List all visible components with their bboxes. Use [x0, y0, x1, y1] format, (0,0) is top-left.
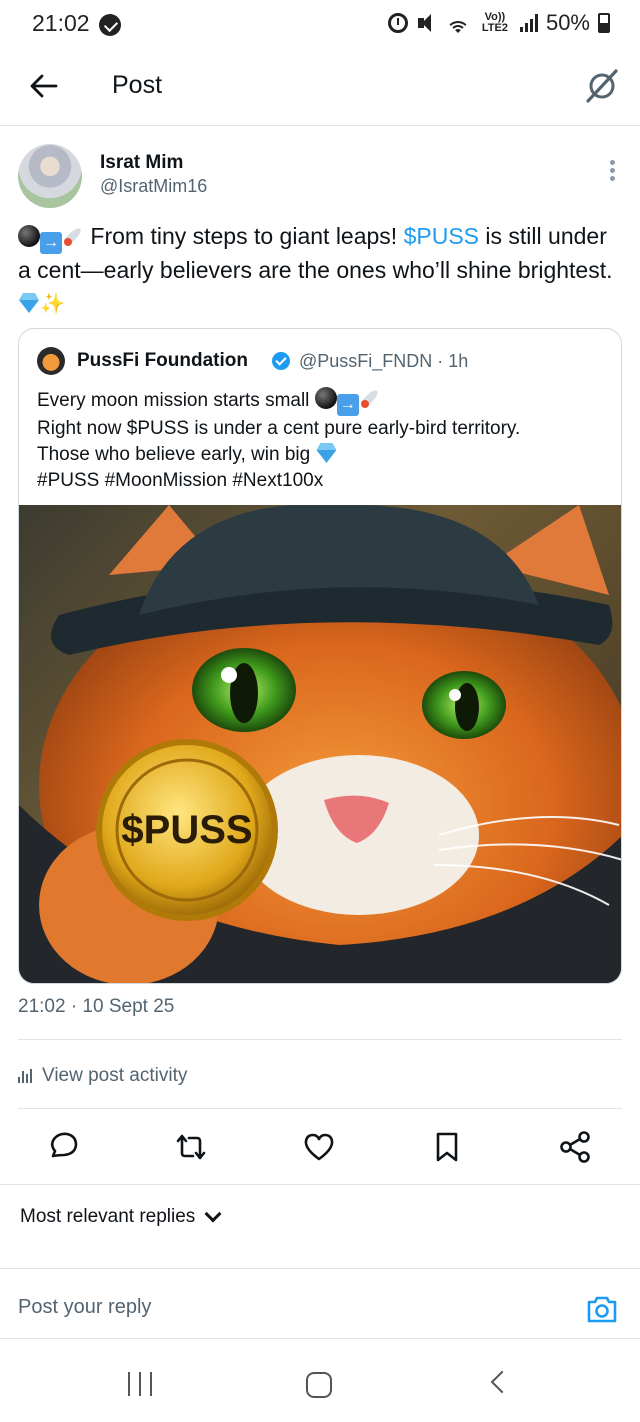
top-app-bar: Post	[0, 48, 640, 126]
right-arrow-emoji: →	[336, 394, 359, 416]
repost-icon[interactable]	[174, 1130, 208, 1164]
battery-icon	[598, 13, 610, 33]
cashtag-link[interactable]: $PUSS	[404, 223, 479, 249]
grok-icon[interactable]	[584, 68, 620, 104]
quoted-author-name: PussFi Foundation	[77, 350, 248, 371]
cat-illustration: $PUSS	[19, 505, 621, 983]
status-time: 21:02	[32, 10, 90, 36]
divider	[18, 1108, 622, 1109]
reply-composer	[0, 1282, 640, 1338]
post-actions	[0, 1124, 640, 1168]
alarm-icon	[387, 13, 408, 33]
comment-icon[interactable]	[46, 1130, 80, 1164]
network-type: Vo)) LTE2	[481, 11, 508, 34]
recent-apps-icon[interactable]	[128, 1372, 152, 1396]
arrow-left-icon[interactable]	[28, 70, 60, 102]
verified-badge-icon	[272, 352, 290, 370]
battery-percent: 50%	[545, 10, 590, 35]
rocket-emoji	[359, 387, 381, 409]
system-back-icon[interactable]	[490, 1370, 514, 1394]
quoted-post[interactable]: PussFi Foundation @PussFi_FNDN · 1h Ever…	[18, 328, 622, 984]
system-navigation-bar	[0, 1346, 640, 1422]
quote-line-4: #PUSS #MoonMission #Next100x	[37, 470, 324, 491]
quoted-post-header: PussFi Foundation @PussFi_FNDN · 1h	[37, 347, 597, 375]
replies-sort-label: Most relevant replies	[20, 1206, 196, 1227]
divider	[0, 1338, 640, 1339]
more-vertical-icon[interactable]	[608, 160, 616, 184]
page-title: Post	[112, 71, 163, 99]
activity-label: View post activity	[42, 1065, 188, 1086]
author-name[interactable]: Israt Mim	[100, 152, 183, 174]
divider	[0, 1268, 640, 1269]
reply-input[interactable]	[18, 1296, 558, 1319]
quote-line-1: Every moon mission starts small	[37, 390, 315, 411]
post-text-part1: From tiny steps to giant leaps!	[84, 223, 404, 249]
status-icons: Vo)) LTE2 50%	[387, 8, 610, 38]
quoted-avatar	[37, 347, 65, 375]
quote-line-3: Those who believe early, win big	[37, 444, 316, 465]
black-circle-emoji	[18, 225, 40, 247]
black-circle-emoji	[314, 387, 337, 409]
post-author: Israt Mim @IsratMim16	[18, 144, 622, 208]
messenger-icon	[99, 14, 121, 36]
signal-icon	[519, 14, 538, 32]
quoted-post-text: Every moon mission starts small → Right …	[37, 387, 607, 494]
avatar[interactable]	[18, 144, 82, 208]
wifi-icon	[445, 13, 470, 33]
quoted-author-handle: @PussFi_FNDN · 1h	[299, 351, 469, 371]
gem-emoji	[18, 293, 40, 313]
chevron-down-icon	[204, 1205, 222, 1223]
mute-icon	[416, 13, 438, 33]
share-icon[interactable]	[558, 1130, 592, 1164]
sparkles-emoji: ✨	[40, 293, 65, 315]
heart-icon[interactable]	[302, 1130, 336, 1164]
view-post-activity[interactable]: View post activity	[18, 1062, 187, 1090]
quote-line-2: Right now $PUSS is under a cent pure ear…	[37, 418, 521, 439]
post-text: → From tiny steps to giant leaps! $PUSS …	[18, 220, 626, 320]
divider	[18, 1039, 622, 1040]
home-icon[interactable]	[306, 1372, 332, 1398]
quoted-post-image[interactable]: $PUSS	[19, 505, 621, 983]
analytics-icon	[18, 1069, 32, 1083]
rocket-emoji	[62, 225, 84, 247]
status-bar: 21:02 Vo)) LTE2 50%	[0, 0, 640, 48]
divider	[0, 1184, 640, 1185]
coin-text: $PUSS	[121, 808, 252, 852]
post-timestamp[interactable]: 21:02 · 10 Sept 25	[18, 996, 174, 1018]
bookmark-icon[interactable]	[430, 1130, 464, 1164]
gem-emoji	[315, 443, 337, 463]
author-handle[interactable]: @IsratMim16	[100, 176, 207, 197]
camera-icon[interactable]	[586, 1294, 618, 1324]
right-arrow-emoji: →	[40, 232, 62, 254]
replies-sort-dropdown[interactable]: Most relevant replies	[20, 1205, 222, 1228]
